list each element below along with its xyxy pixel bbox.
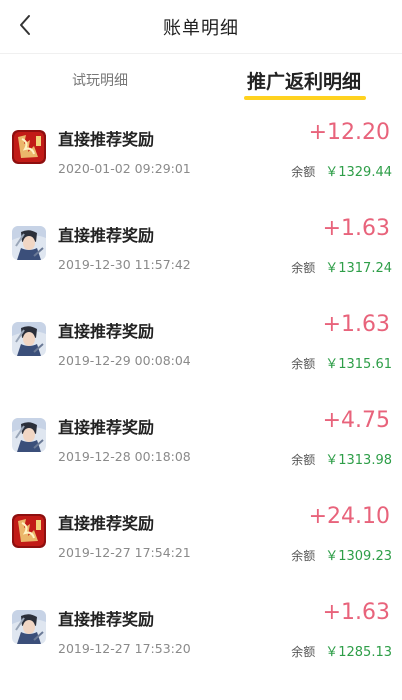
transaction-amount: +24.10 — [308, 504, 390, 529]
transaction-time: 2019-12-27 17:54:21 — [58, 545, 191, 560]
game-icon-warrior — [12, 322, 46, 356]
balance-value: ￥1313.98 — [325, 453, 392, 468]
active-tab-indicator — [244, 96, 366, 100]
balance-label: 余额 — [291, 453, 316, 467]
balance-label: 余额 — [291, 165, 316, 179]
transaction-time: 2019-12-28 00:18:08 — [58, 449, 191, 464]
transaction-balance: 余额 ￥1317.24 — [291, 257, 392, 276]
transaction-title: 直接推荐奖励 — [58, 418, 155, 437]
balance-value: ￥1285.13 — [325, 645, 392, 660]
chevron-left-icon — [18, 14, 32, 40]
transaction-title: 直接推荐奖励 — [58, 130, 155, 149]
transaction-amount: +1.63 — [322, 312, 390, 337]
back-button[interactable] — [10, 10, 40, 44]
transaction-row[interactable]: 直接推荐奖励 2019-12-27 17:54:21 +24.10 余额 ￥130… — [0, 490, 402, 586]
balance-label: 余额 — [291, 549, 316, 563]
balance-value: ￥1329.44 — [325, 165, 392, 180]
transaction-title: 直接推荐奖励 — [58, 610, 155, 629]
transaction-balance: 余额 ￥1315.61 — [291, 353, 392, 372]
app-header: 账单明细 — [0, 0, 402, 54]
balance-label: 余额 — [291, 645, 316, 659]
transaction-amount: +1.63 — [322, 216, 390, 241]
transaction-time: 2020-01-02 09:29:01 — [58, 161, 191, 176]
transaction-time: 2019-12-30 11:57:42 — [58, 257, 191, 272]
transaction-balance: 余额 ￥1285.13 — [291, 641, 392, 660]
transaction-row[interactable]: 直接推荐奖励 2020-01-02 09:29:01 +12.20 余额 ￥132… — [0, 106, 402, 202]
balance-label: 余额 — [291, 261, 316, 275]
page-title: 账单明细 — [163, 17, 239, 39]
game-icon-red — [12, 130, 46, 164]
transaction-title: 直接推荐奖励 — [58, 514, 155, 533]
balance-value: ￥1309.23 — [325, 549, 392, 564]
transaction-amount: +12.20 — [308, 120, 390, 145]
transaction-row[interactable]: 直接推荐奖励 2019-12-28 00:18:08 +4.75 余额 ￥1313… — [0, 394, 402, 490]
balance-value: ￥1315.61 — [325, 357, 392, 372]
tab-trial-details[interactable]: 试玩明细 — [40, 54, 160, 106]
transaction-title: 直接推荐奖励 — [58, 226, 155, 245]
transaction-row[interactable]: 直接推荐奖励 2019-12-30 11:57:42 +1.63 余额 ￥1317… — [0, 202, 402, 298]
game-icon-warrior — [12, 418, 46, 452]
game-icon-warrior — [12, 610, 46, 644]
transaction-balance: 余额 ￥1329.44 — [291, 161, 392, 180]
balance-label: 余额 — [291, 357, 316, 371]
transaction-time: 2019-12-27 17:53:20 — [58, 641, 191, 656]
game-icon-red — [12, 514, 46, 548]
game-icon-warrior — [12, 226, 46, 260]
transaction-balance: 余额 ￥1313.98 — [291, 449, 392, 468]
transaction-amount: +4.75 — [322, 408, 390, 433]
balance-value: ￥1317.24 — [325, 261, 392, 276]
transaction-row[interactable]: 直接推荐奖励 2019-12-29 00:08:04 +1.63 余额 ￥1315… — [0, 298, 402, 394]
transaction-balance: 余额 ￥1309.23 — [291, 545, 392, 564]
transaction-row[interactable]: 直接推荐奖励 2019-12-27 17:53:20 +1.63 余额 ￥1285… — [0, 586, 402, 682]
transaction-time: 2019-12-29 00:08:04 — [58, 353, 191, 368]
transaction-title: 直接推荐奖励 — [58, 322, 155, 341]
transaction-amount: +1.63 — [322, 600, 390, 625]
